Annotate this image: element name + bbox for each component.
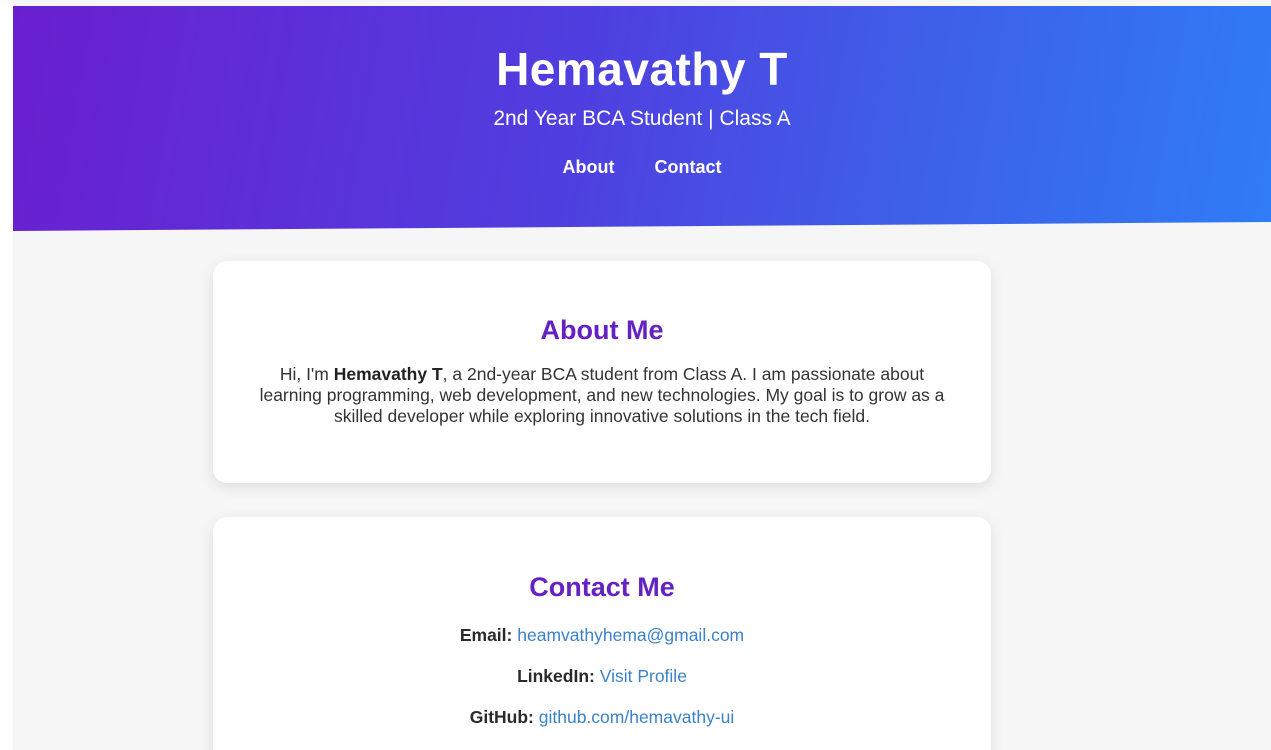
github-link[interactable]: github.com/hemavathy-ui (539, 707, 735, 727)
page-title: Hemavathy T (496, 43, 788, 95)
contact-row-github: GitHub: github.com/hemavathy-ui (213, 707, 991, 728)
page-subtitle: 2nd Year BCA Student | Class A (493, 107, 791, 130)
about-text-prefix: Hi, I'm (279, 364, 334, 384)
about-heading: About Me (540, 315, 664, 345)
left-gutter (0, 0, 13, 750)
contact-row-linkedin: LinkedIn: Visit Profile (213, 666, 991, 687)
linkedin-link[interactable]: Visit Profile (600, 666, 687, 686)
email-link[interactable]: heamvathyhema@gmail.com (517, 625, 744, 645)
nav-link-contact[interactable]: Contact (654, 157, 721, 178)
hero-header: Hemavathy T 2nd Year BCA Student | Class… (13, 6, 1271, 231)
email-label: Email: (459, 625, 513, 645)
contact-card: Contact Me Email: heamvathyhema@gmail.co… (213, 517, 991, 750)
github-label: GitHub: (469, 707, 534, 727)
about-card: About Me Hi, I'm Hemavathy T, a 2nd-year… (213, 261, 991, 483)
about-text: Hi, I'm Hemavathy T, a 2nd-year BCA stud… (249, 364, 955, 427)
nav-link-about[interactable]: About (563, 157, 615, 178)
about-text-name: Hemavathy T (333, 364, 443, 384)
portfolio-page: Hemavathy T 2nd Year BCA Student | Class… (0, 0, 1271, 750)
linkedin-label: LinkedIn: (517, 666, 595, 686)
main-nav: About Contact (13, 157, 1271, 178)
contact-row-email: Email: heamvathyhema@gmail.com (213, 625, 991, 646)
contact-heading: Contact Me (529, 572, 675, 602)
